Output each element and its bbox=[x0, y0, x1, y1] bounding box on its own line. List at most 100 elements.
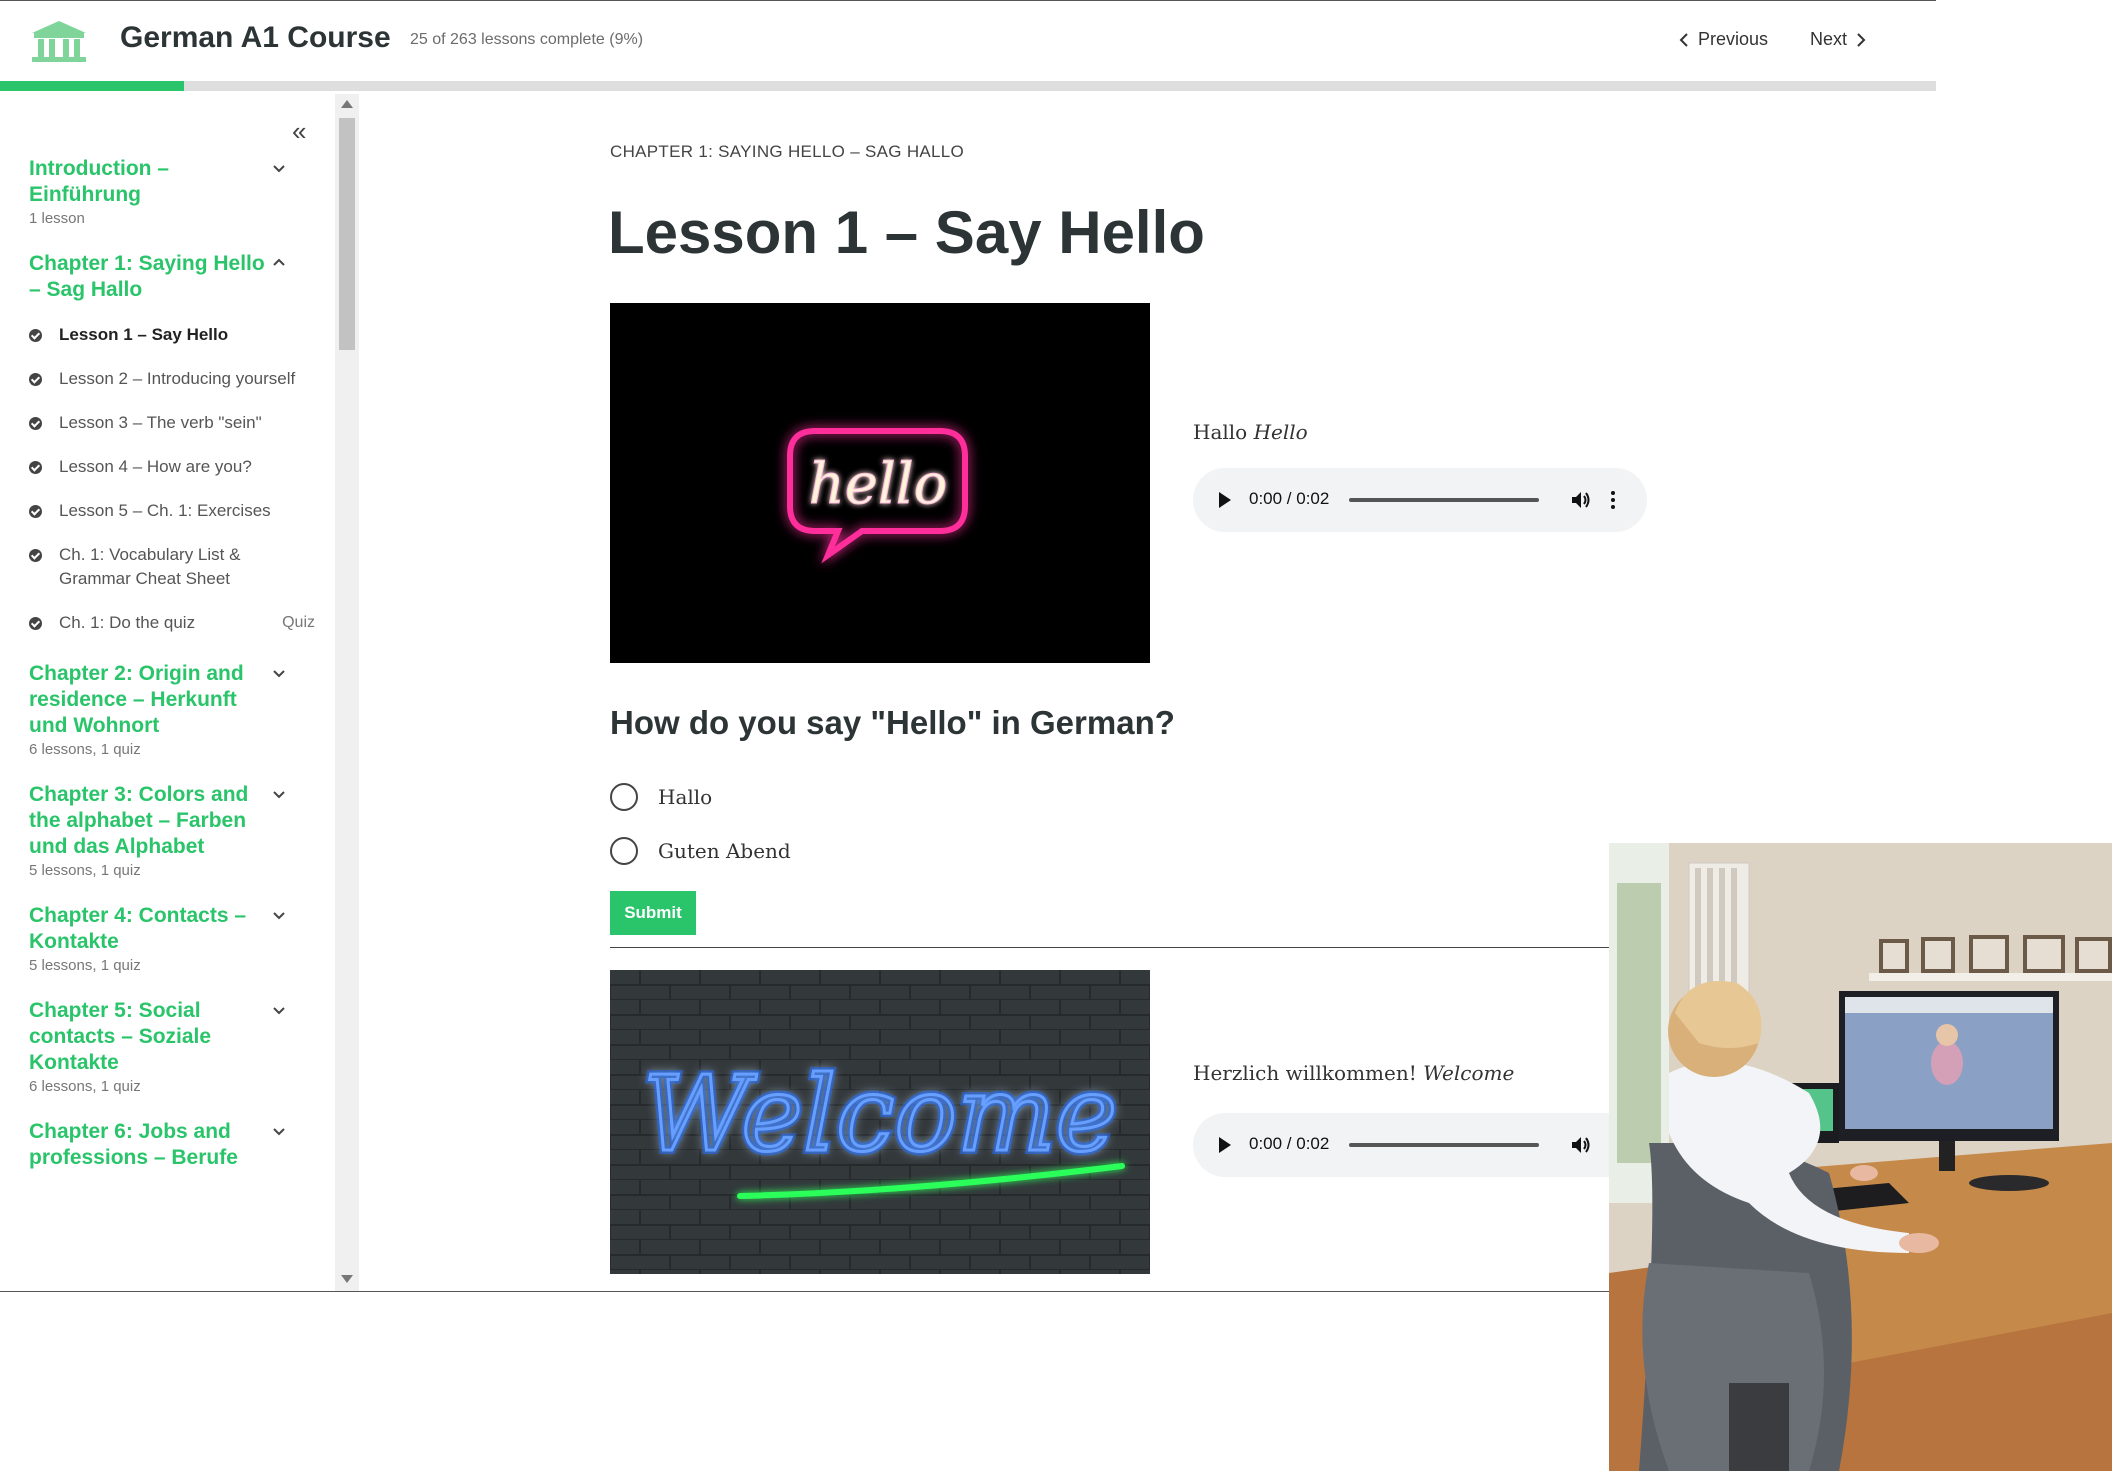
welcome-neon-sign: Welcome Welcome bbox=[610, 970, 1150, 1274]
check-circle-icon bbox=[29, 329, 42, 342]
chevron-down-icon[interactable] bbox=[269, 905, 289, 925]
sidebar-chapter-introduction[interactable]: Introduction – Einführung 1 lesson bbox=[0, 156, 335, 227]
scroll-up-arrow-icon[interactable] bbox=[341, 100, 353, 108]
chapter-meta: 5 lessons, 1 quiz bbox=[29, 862, 141, 879]
sidebar-outline: Introduction – Einführung 1 lesson Chapt… bbox=[0, 156, 335, 1195]
sidebar-chapter-3[interactable]: Chapter 3: Colors and the alphabet – Far… bbox=[0, 782, 335, 879]
radio-button[interactable] bbox=[610, 837, 638, 865]
progress-summary: 25 of 263 lessons complete (9%) bbox=[410, 31, 644, 48]
course-sidebar: « Introduction – Einführung 1 lesson Cha… bbox=[0, 94, 335, 1291]
volume-icon[interactable] bbox=[1569, 1133, 1593, 1157]
chapter-title: Chapter 6: Jobs and professions – Berufe bbox=[29, 1120, 238, 1169]
sidebar-chapter-4[interactable]: Chapter 4: Contacts – Kontakte 5 lessons… bbox=[0, 903, 335, 974]
chapter-meta: 1 lesson bbox=[29, 210, 85, 227]
more-options-icon[interactable] bbox=[1609, 488, 1617, 512]
audio-time: 0:00 / 0:02 bbox=[1249, 1134, 1330, 1153]
sidebar-chapter-5[interactable]: Chapter 5: Social contacts – Soziale Kon… bbox=[0, 998, 335, 1095]
chevron-right-icon bbox=[1857, 32, 1866, 47]
volume-icon[interactable] bbox=[1569, 488, 1593, 512]
sidebar-lesson-2[interactable]: Lesson 2 – Introducing yourself bbox=[0, 367, 335, 391]
chevron-down-icon[interactable] bbox=[269, 1000, 289, 1020]
collapse-sidebar-icon[interactable]: « bbox=[292, 118, 306, 144]
chevron-down-icon[interactable] bbox=[269, 784, 289, 804]
hello-neon-sign: hello bbox=[787, 428, 968, 564]
chapter-meta: 5 lessons, 1 quiz bbox=[29, 957, 141, 974]
sidebar-chapter-1[interactable]: Chapter 1: Saying Hello – Sag Hallo bbox=[0, 251, 335, 303]
check-circle-icon bbox=[29, 373, 42, 386]
lesson-label: Lesson 2 – Introducing yourself bbox=[59, 369, 296, 388]
chevron-down-icon[interactable] bbox=[269, 158, 289, 178]
scroll-down-arrow-icon[interactable] bbox=[341, 1275, 353, 1283]
quiz-option-hallo[interactable]: Hallo bbox=[610, 783, 712, 811]
quiz-option-guten-abend[interactable]: Guten Abend bbox=[610, 837, 791, 865]
option-label: Guten Abend bbox=[658, 839, 791, 863]
chevron-up-icon[interactable] bbox=[269, 253, 289, 273]
quiz-tag: Quiz bbox=[282, 614, 315, 631]
next-button[interactable]: Next bbox=[1810, 29, 1867, 50]
audio-seek-bar[interactable] bbox=[1349, 1143, 1539, 1147]
check-circle-icon bbox=[29, 417, 42, 430]
sidebar-lesson-5[interactable]: Lesson 5 – Ch. 1: Exercises bbox=[0, 499, 335, 523]
course-title[interactable]: German A1 Course bbox=[120, 21, 391, 55]
chapter-title: Chapter 2: Origin and residence – Herkun… bbox=[29, 662, 244, 737]
check-circle-icon bbox=[29, 549, 42, 562]
next-label: Next bbox=[1810, 29, 1848, 49]
school-logo-icon[interactable] bbox=[30, 19, 88, 63]
course-header: German A1 Course 25 of 263 lessons compl… bbox=[0, 1, 1936, 81]
chapter-meta: 6 lessons, 1 quiz bbox=[29, 1078, 141, 1095]
submit-button[interactable]: Submit bbox=[610, 891, 696, 935]
audio-1-english: Hello bbox=[1253, 420, 1308, 444]
sidebar-chapter-2[interactable]: Chapter 2: Origin and residence – Herkun… bbox=[0, 661, 335, 758]
audio-2-caption: Herzlich willkommen! Welcome bbox=[1193, 1061, 1514, 1085]
welcome-neon-image: Welcome Welcome bbox=[610, 970, 1150, 1274]
option-label: Hallo bbox=[658, 785, 713, 809]
play-icon[interactable] bbox=[1219, 492, 1231, 508]
check-circle-icon bbox=[29, 505, 42, 518]
person-at-desk-photo bbox=[1609, 843, 2112, 1471]
sidebar-lesson-4[interactable]: Lesson 4 – How are you? bbox=[0, 455, 335, 479]
sidebar-chapter-6[interactable]: Chapter 6: Jobs and professions – Berufe bbox=[0, 1119, 335, 1171]
sidebar-lesson-vocabulary[interactable]: Ch. 1: Vocabulary List & Grammar Cheat S… bbox=[0, 543, 335, 591]
audio-player-1[interactable]: 0:00 / 0:02 bbox=[1193, 468, 1647, 532]
previous-label: Previous bbox=[1698, 29, 1769, 49]
page-title: Lesson 1 – Say Hello bbox=[608, 199, 1205, 266]
hello-neon-image: hello bbox=[610, 303, 1150, 663]
chevron-down-icon[interactable] bbox=[269, 1121, 289, 1141]
chapter-meta: 6 lessons, 1 quiz bbox=[29, 741, 141, 758]
previous-button[interactable]: Previous bbox=[1678, 29, 1768, 50]
radio-button[interactable] bbox=[610, 783, 638, 811]
chapter-title: Chapter 5: Social contacts – Soziale Kon… bbox=[29, 999, 212, 1074]
chevron-left-icon bbox=[1679, 32, 1688, 47]
audio-2-english: Welcome bbox=[1423, 1061, 1515, 1085]
chapter-title: Chapter 4: Contacts – Kontakte bbox=[29, 904, 247, 953]
audio-2-german: Herzlich willkommen! bbox=[1193, 1061, 1417, 1085]
scrollbar-thumb[interactable] bbox=[339, 118, 355, 350]
sidebar-lesson-1[interactable]: Lesson 1 – Say Hello bbox=[0, 323, 335, 347]
welcome-sign-glow: Welcome bbox=[643, 1053, 1117, 1175]
quiz-question: How do you say "Hello" in German? bbox=[610, 704, 1175, 741]
chapter-title: Introduction – Einführung bbox=[29, 157, 169, 206]
audio-1-caption: Hallo Hello bbox=[1193, 420, 1308, 444]
sidebar-lesson-3[interactable]: Lesson 3 – The verb "sein" bbox=[0, 411, 335, 435]
audio-time: 0:00 / 0:02 bbox=[1249, 489, 1330, 508]
sidebar-scrollbar[interactable] bbox=[335, 94, 359, 1291]
course-progress-fill bbox=[0, 81, 185, 91]
breadcrumb[interactable]: CHAPTER 1: SAYING HELLO – SAG HALLO bbox=[610, 142, 964, 162]
chapter-1-lessons: Lesson 1 – Say Hello Lesson 2 – Introduc… bbox=[0, 323, 335, 635]
chapter-title: Chapter 1: Saying Hello – Sag Hallo bbox=[29, 252, 265, 301]
chapter-title: Chapter 3: Colors and the alphabet – Far… bbox=[29, 783, 249, 858]
audio-player-2[interactable]: 0:00 / 0:02 bbox=[1193, 1113, 1647, 1177]
webcam-photo-overlay bbox=[1609, 843, 2112, 1471]
play-icon[interactable] bbox=[1219, 1137, 1231, 1153]
sidebar-lesson-quiz[interactable]: Ch. 1: Do the quiz Quiz bbox=[0, 611, 335, 635]
chevron-down-icon[interactable] bbox=[269, 663, 289, 683]
lesson-label: Lesson 3 – The verb "sein" bbox=[59, 413, 262, 432]
audio-1-german: Hallo bbox=[1193, 420, 1248, 444]
lesson-label: Lesson 1 – Say Hello bbox=[59, 325, 229, 344]
check-circle-icon bbox=[29, 617, 42, 630]
lesson-label: Ch. 1: Do the quiz bbox=[59, 613, 196, 632]
course-progress-bar bbox=[0, 81, 1936, 91]
audio-seek-bar[interactable] bbox=[1349, 498, 1539, 502]
check-circle-icon bbox=[29, 461, 42, 474]
lesson-label: Ch. 1: Vocabulary List & Grammar Cheat S… bbox=[59, 545, 241, 588]
